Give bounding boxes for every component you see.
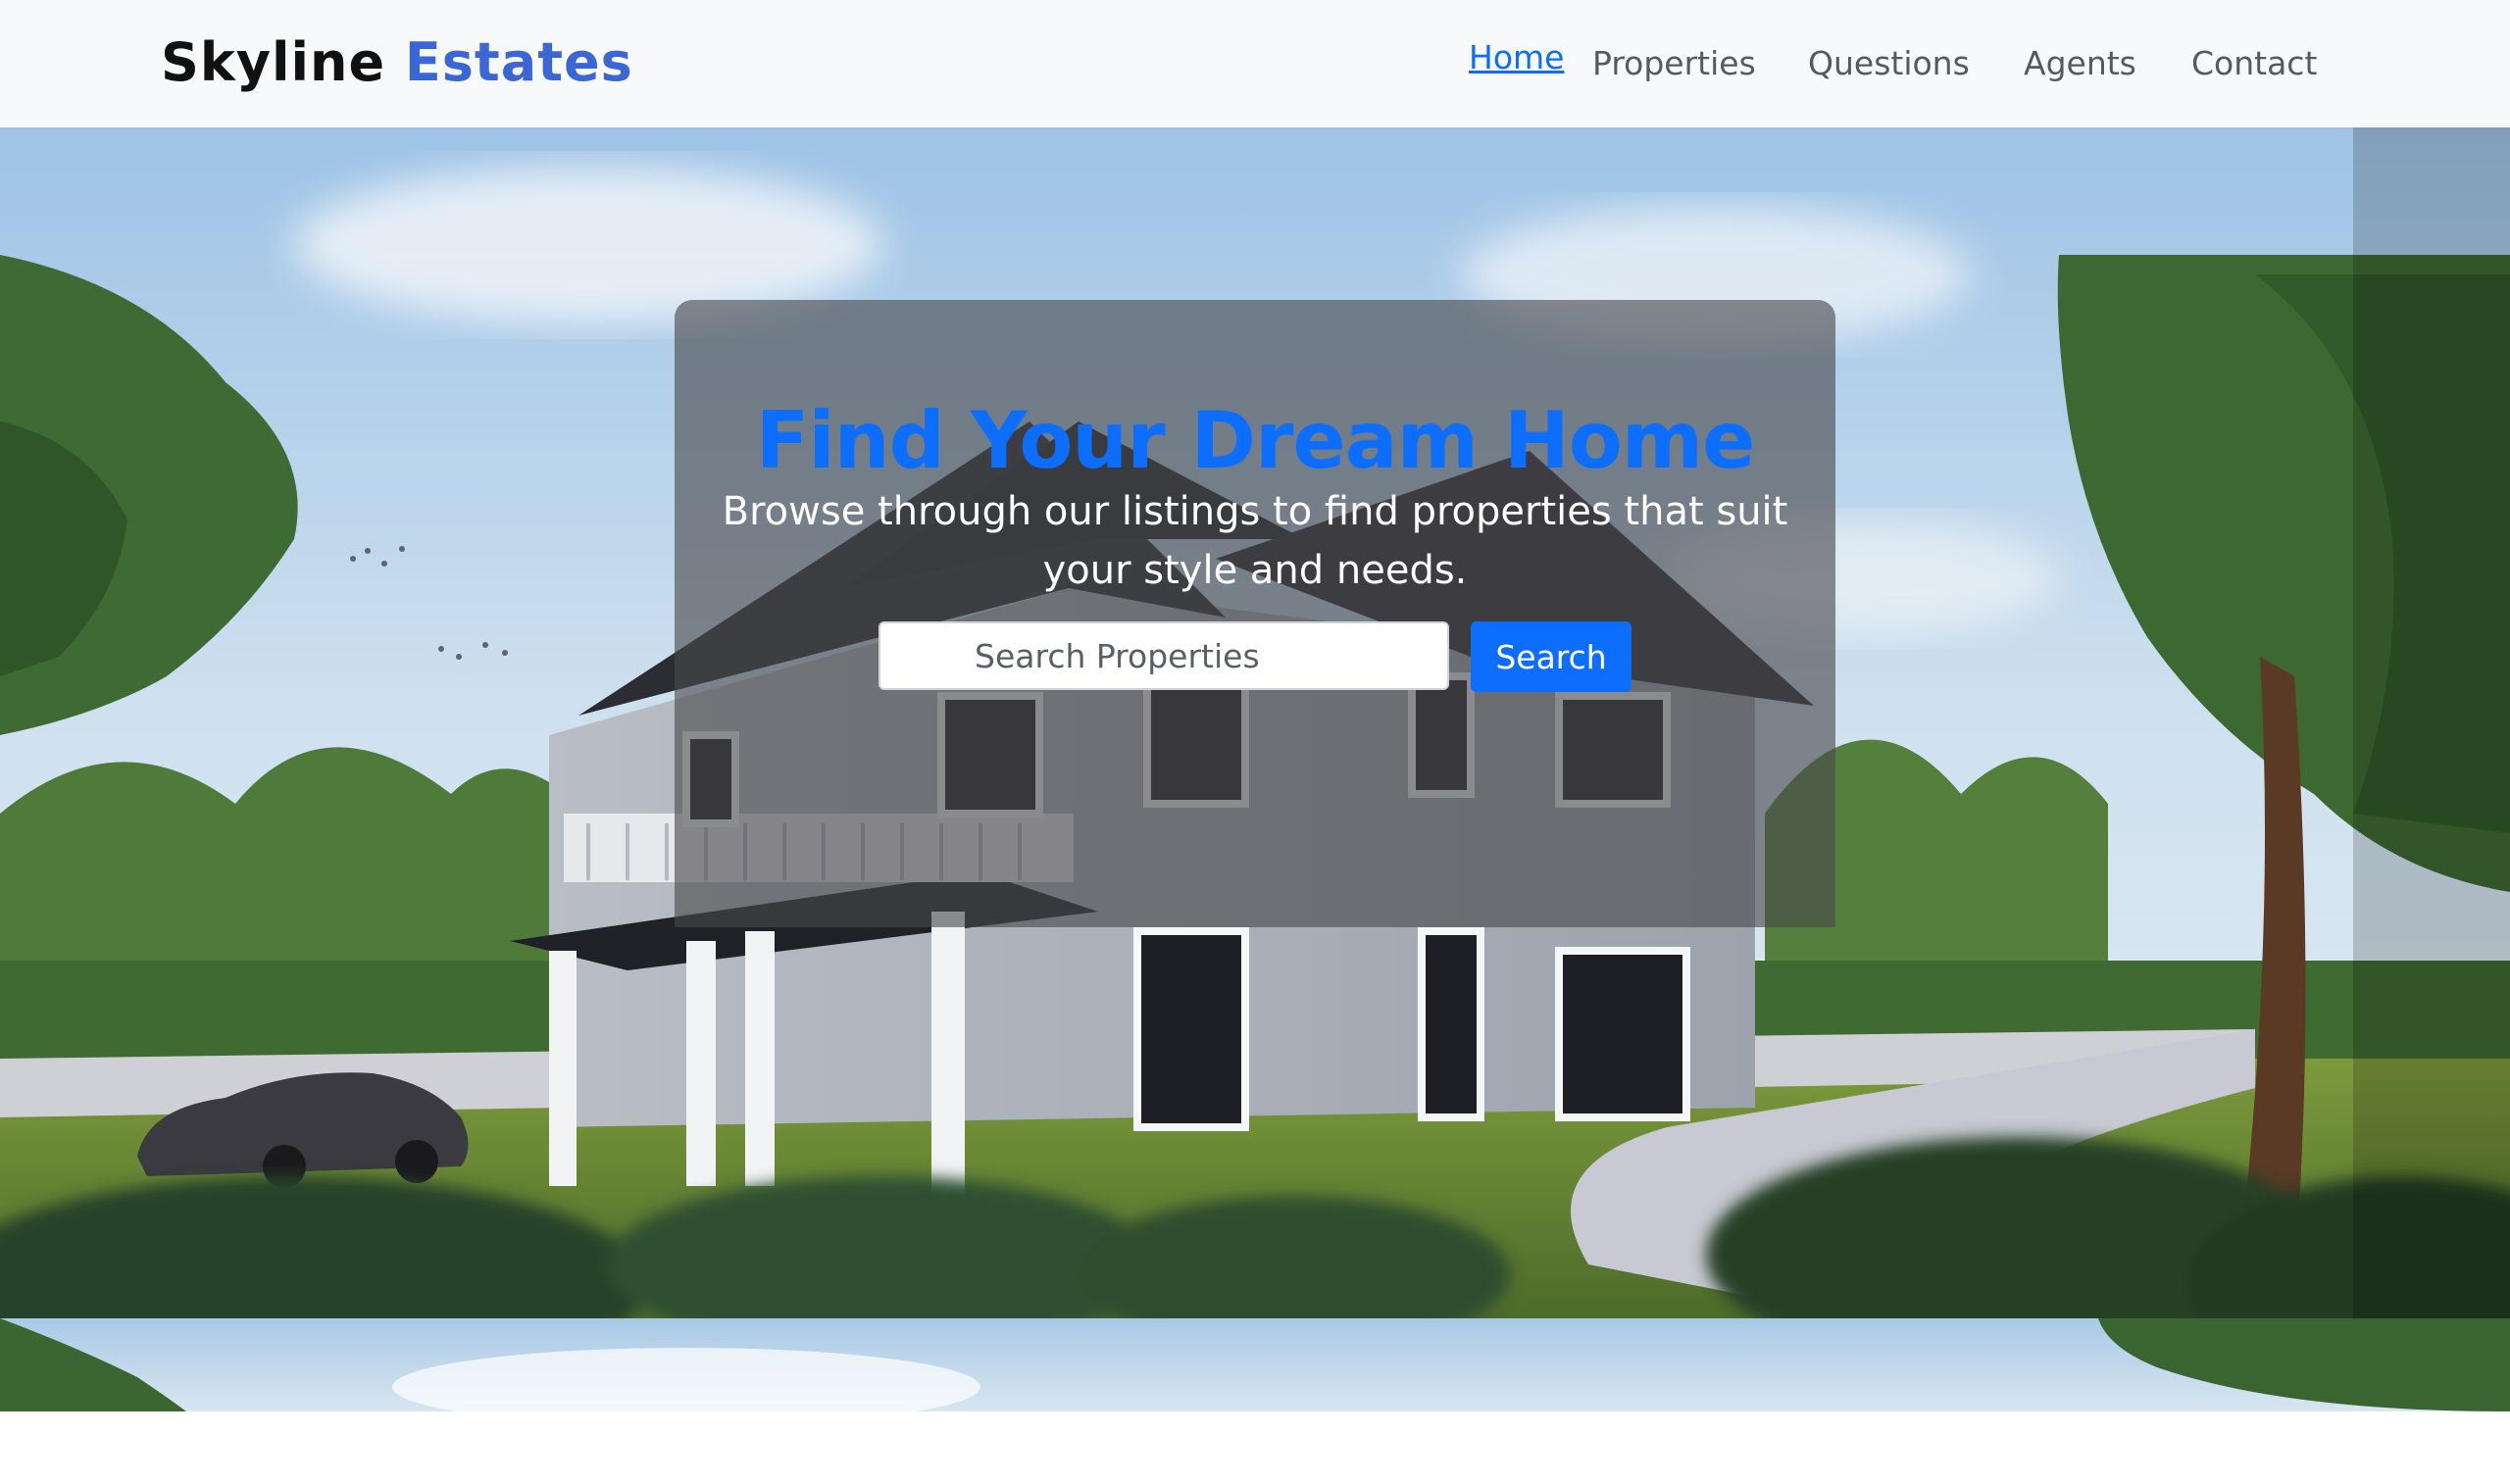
navbar: Skyline Estates Home Properties Question… bbox=[0, 0, 2510, 127]
nav-link-contact[interactable]: Contact bbox=[2191, 39, 2317, 88]
nav-link-properties[interactable]: Properties bbox=[1592, 39, 1756, 88]
page-content-area bbox=[0, 1411, 2510, 1484]
hero-title: Find Your Dream Home bbox=[755, 394, 1756, 486]
brand-name-part1: Skyline bbox=[161, 31, 386, 93]
hero-section: Find Your Dream Home Browse through our … bbox=[0, 127, 2510, 1411]
hero-subtitle: Browse through our listings to find prop… bbox=[722, 489, 1788, 593]
hero-search-card: Find Your Dream Home Browse through our … bbox=[675, 300, 1835, 927]
search-button[interactable]: Search bbox=[1471, 621, 1632, 692]
nav-link-home[interactable]: Home bbox=[1469, 33, 1564, 82]
search-input[interactable] bbox=[878, 621, 1449, 690]
nav-link-questions[interactable]: Questions bbox=[1808, 39, 1970, 88]
nav-link-agents[interactable]: Agents bbox=[2024, 39, 2136, 88]
hero-background-repeat bbox=[0, 1318, 2510, 1411]
brand-logo[interactable]: Skyline Estates bbox=[161, 27, 633, 98]
brand-name-part2: Estates bbox=[404, 31, 633, 93]
